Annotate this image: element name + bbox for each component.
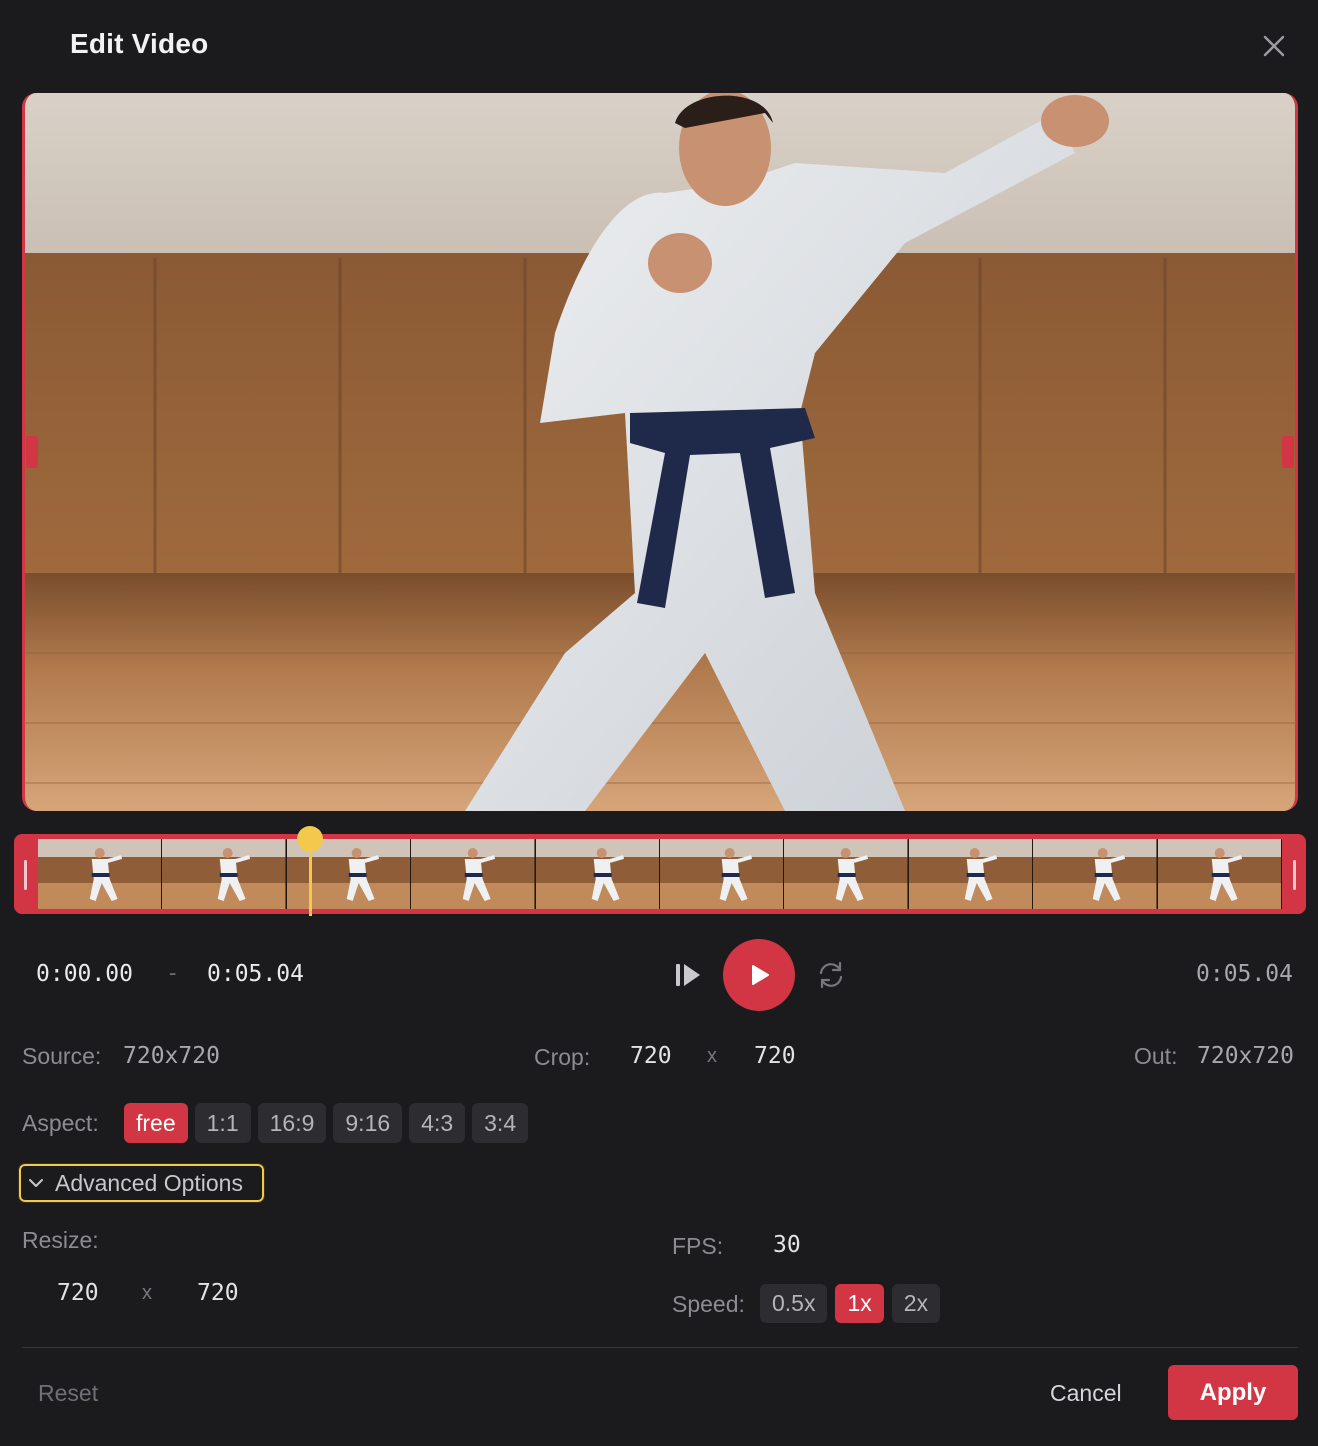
trim-start-time[interactable]: 0:00.00 bbox=[36, 961, 133, 987]
source-resolution: 720x720 bbox=[123, 1043, 220, 1069]
timeline-frame bbox=[38, 839, 163, 909]
total-duration: 0:05.04 bbox=[1196, 961, 1293, 987]
fps-label: FPS: bbox=[672, 1233, 724, 1259]
timeline-frame bbox=[411, 839, 536, 909]
timeline-strip[interactable] bbox=[14, 834, 1306, 914]
step-frame-button[interactable] bbox=[670, 956, 706, 994]
trim-handle-end[interactable] bbox=[1293, 860, 1296, 890]
reset-button[interactable]: Reset bbox=[38, 1380, 98, 1407]
output-label: Out: bbox=[1134, 1043, 1178, 1069]
timeline-frame bbox=[1157, 839, 1282, 909]
output-resolution: 720x720 bbox=[1197, 1043, 1294, 1069]
cancel-button[interactable]: Cancel bbox=[1050, 1380, 1122, 1407]
dialog-title: Edit Video bbox=[70, 28, 209, 59]
aspect-option-0[interactable]: free bbox=[124, 1103, 188, 1143]
speed-option-2[interactable]: 2x bbox=[891, 1284, 941, 1323]
crop-width-input[interactable]: 720 bbox=[630, 1043, 672, 1069]
trim-end-time[interactable]: 0:05.04 bbox=[207, 961, 304, 987]
timeline-frame bbox=[535, 839, 661, 909]
resize-width-input[interactable]: 720 bbox=[57, 1280, 99, 1306]
resize-label: Resize: bbox=[22, 1227, 99, 1253]
timeline-frame bbox=[908, 839, 1034, 909]
video-frame-image bbox=[25, 93, 1295, 811]
aspect-option-5[interactable]: 3:4 bbox=[472, 1103, 529, 1143]
fps-input[interactable]: 30 bbox=[773, 1232, 801, 1258]
aspect-ratio-options: free 1:1 16:9 9:16 4:3 3:4 bbox=[124, 1103, 529, 1143]
time-range-separator: - bbox=[166, 961, 180, 986]
playhead-line bbox=[309, 842, 312, 916]
aspect-option-3[interactable]: 9:16 bbox=[333, 1103, 403, 1143]
resize-height-input[interactable]: 720 bbox=[197, 1280, 239, 1306]
step-forward-icon bbox=[676, 964, 700, 986]
aspect-option-1[interactable]: 1:1 bbox=[194, 1103, 251, 1143]
advanced-options-label: Advanced Options bbox=[55, 1169, 243, 1196]
crop-separator: x bbox=[707, 1045, 717, 1067]
timeline-frame bbox=[162, 839, 287, 909]
crop-handle-right[interactable] bbox=[1282, 436, 1294, 468]
close-button[interactable] bbox=[1258, 30, 1290, 62]
source-label: Source: bbox=[22, 1043, 102, 1069]
play-button[interactable] bbox=[723, 939, 795, 1011]
aspect-option-2[interactable]: 16:9 bbox=[257, 1103, 327, 1143]
playhead-handle[interactable] bbox=[297, 826, 323, 852]
advanced-options-toggle[interactable]: Advanced Options bbox=[18, 1163, 265, 1203]
speed-option-0[interactable]: 0.5x bbox=[760, 1284, 828, 1323]
trim-handle-start[interactable] bbox=[24, 860, 27, 890]
close-icon bbox=[1263, 35, 1285, 57]
timeline-frame bbox=[660, 839, 785, 909]
timeline-frame bbox=[784, 839, 909, 909]
chevron-down-icon bbox=[29, 1179, 43, 1187]
crop-height-input[interactable]: 720 bbox=[754, 1043, 796, 1069]
speed-options: 0.5x 1x 2x bbox=[760, 1284, 941, 1323]
loop-button[interactable] bbox=[814, 958, 848, 992]
crop-handle-left[interactable] bbox=[26, 436, 38, 468]
video-preview[interactable] bbox=[22, 93, 1298, 811]
timeline-frames bbox=[38, 839, 1282, 909]
loop-icon bbox=[819, 961, 843, 989]
speed-option-1[interactable]: 1x bbox=[835, 1284, 884, 1323]
aspect-label: Aspect: bbox=[22, 1110, 99, 1136]
crop-label: Crop: bbox=[534, 1044, 591, 1070]
play-icon bbox=[752, 965, 769, 985]
footer-divider bbox=[22, 1347, 1298, 1348]
timeline-frame bbox=[1033, 839, 1158, 909]
apply-button[interactable]: Apply bbox=[1168, 1365, 1298, 1420]
resize-separator: x bbox=[142, 1282, 152, 1304]
speed-label: Speed: bbox=[672, 1291, 745, 1317]
aspect-option-4[interactable]: 4:3 bbox=[409, 1103, 466, 1143]
